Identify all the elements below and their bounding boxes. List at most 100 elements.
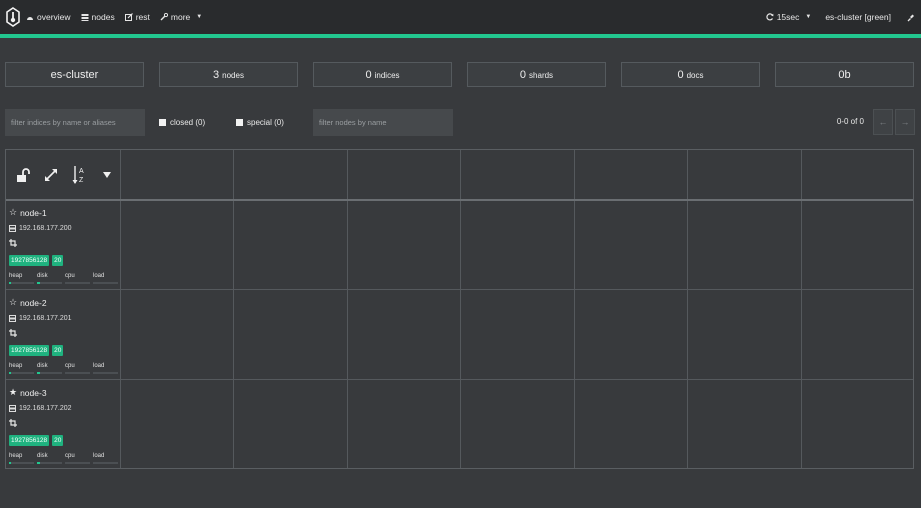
checkbox-box[interactable] [159, 119, 166, 126]
heap-metric: heap [9, 453, 37, 464]
heap-metric: heap [9, 363, 37, 374]
refresh-interval-dropdown[interactable]: 15sec ▼ [766, 12, 812, 22]
arrow-right-icon: → [900, 117, 910, 127]
node-badges: 1927856128 20 [9, 255, 64, 266]
cpu-metric: cpu [65, 273, 93, 284]
closed-indices-checkbox[interactable]: closed (0) [159, 118, 205, 127]
nav-more-dropdown[interactable]: more ▼ [160, 12, 202, 22]
node-version-badge: 1927856128 [9, 435, 50, 446]
prev-page-button[interactable]: ← [873, 109, 893, 135]
next-page-button[interactable]: → [895, 109, 915, 135]
nav-rest[interactable]: rest [124, 12, 150, 22]
node-name[interactable]: ☆ node-1 [9, 207, 47, 218]
node-name[interactable]: ★ node-3 [9, 387, 47, 398]
special-indices-checkbox[interactable]: special (0) [236, 118, 284, 127]
nav-nodes-label: nodes [91, 12, 115, 22]
load-metric: load [93, 273, 121, 284]
disk-bar-fill [37, 282, 40, 284]
cluster-summary: es-cluster 3 nodes 0 indices 0 shards 0 … [5, 62, 914, 87]
cpu-label: cpu [65, 453, 75, 459]
node-row: ★ node-3 192.168.177.202 1927856128 20 h… [6, 380, 121, 470]
plug-icon [907, 14, 914, 21]
heap-metric: heap [9, 273, 37, 284]
shards-count: 0 [519, 68, 527, 81]
cpu-bar [65, 372, 90, 374]
filter-dropdown-button[interactable] [93, 160, 121, 190]
cpu-label: cpu [65, 363, 75, 369]
sort-alpha-button[interactable]: A Z [65, 160, 93, 190]
docs-count: 0 [677, 68, 684, 81]
filter-nodes-input[interactable]: filter nodes by name [313, 109, 453, 136]
unlock-icon [17, 167, 30, 182]
docs-unit: docs [686, 71, 704, 80]
nav-rest-label: rest [135, 12, 150, 22]
disk-bar [37, 372, 62, 374]
disk-bar-fill [37, 462, 40, 464]
cerebro-logo-icon[interactable] [5, 6, 20, 28]
grid-divider [233, 150, 234, 468]
node-row: ☆ node-1 192.168.177.200 1927856128 20 h… [6, 200, 121, 290]
node-ip-label: 192.168.177.202 [19, 405, 72, 412]
cpu-label: cpu [65, 273, 75, 279]
node-count-badge: 20 [52, 435, 64, 446]
nodes-unit: nodes [222, 71, 244, 80]
wrench-icon [160, 13, 168, 21]
disk-label: disk [37, 273, 48, 279]
top-navbar: overview nodes rest more ▼ 15sec ▼ es-cl… [0, 0, 921, 34]
load-metric: load [93, 363, 121, 374]
server-icon [9, 225, 16, 232]
star-icon: ☆ [9, 207, 18, 217]
load-bar [93, 282, 118, 284]
edit-icon [124, 13, 133, 21]
disk-metric: disk [37, 363, 65, 374]
star-icon: ☆ [9, 297, 18, 307]
cluster-name: es-cluster [50, 68, 99, 81]
cluster-status-label: es-cluster [green] [825, 12, 891, 22]
refresh-icon [766, 13, 774, 21]
grid-divider [6, 199, 913, 201]
cpu-metric: cpu [65, 453, 93, 464]
node-ip-label: 192.168.177.200 [19, 225, 72, 232]
grid-toolbar: A Z [6, 150, 121, 200]
dashboard-icon [27, 17, 33, 20]
cpu-metric: cpu [65, 363, 93, 374]
arrow-left-icon: ← [878, 117, 888, 127]
heap-bar-fill [9, 282, 11, 284]
heap-bar [9, 372, 34, 374]
grid-divider [6, 289, 913, 290]
heap-bar-fill [9, 462, 11, 464]
node-name[interactable]: ☆ node-2 [9, 297, 47, 308]
node-version-badge: 1927856128 [9, 255, 50, 266]
node-row: ☆ node-2 192.168.177.201 1927856128 20 h… [6, 290, 121, 380]
disconnect-button[interactable] [907, 13, 915, 22]
cluster-status[interactable]: es-cluster [green] [825, 12, 891, 22]
load-label: load [93, 453, 105, 459]
size-box: 0b [775, 62, 914, 87]
grid-divider [347, 150, 348, 468]
star-filled-icon: ★ [9, 387, 18, 397]
node-metrics: heap disk cpu load [9, 363, 121, 374]
special-indices-label: special (0) [247, 118, 284, 127]
nav-overview[interactable]: overview [26, 12, 71, 22]
server-icon [9, 405, 16, 412]
refresh-interval-label: 15sec [776, 12, 800, 22]
disk-bar-fill [37, 372, 40, 374]
unlock-button[interactable] [9, 160, 37, 190]
filter-indices-input[interactable]: filter indices by name or aliases [5, 109, 145, 136]
chevron-down-icon: ▼ [196, 14, 203, 20]
filter-indices-placeholder: filter indices by name or aliases [11, 118, 116, 127]
nav-nodes[interactable]: nodes [81, 12, 115, 22]
closed-indices-label: closed (0) [170, 118, 206, 127]
cluster-name-box: es-cluster [5, 62, 144, 87]
grid-divider [460, 150, 461, 468]
checkbox-box[interactable] [236, 119, 243, 126]
chevron-down-icon: ▼ [805, 14, 812, 20]
nodes-count: 3 [213, 68, 220, 81]
nav-more-label: more [170, 12, 191, 22]
grid-divider [574, 150, 575, 468]
node-ip: 192.168.177.201 [9, 315, 72, 322]
svg-text:A: A [79, 168, 84, 175]
grid-divider [801, 150, 802, 468]
expand-button[interactable] [37, 160, 65, 190]
disk-metric: disk [37, 453, 65, 464]
